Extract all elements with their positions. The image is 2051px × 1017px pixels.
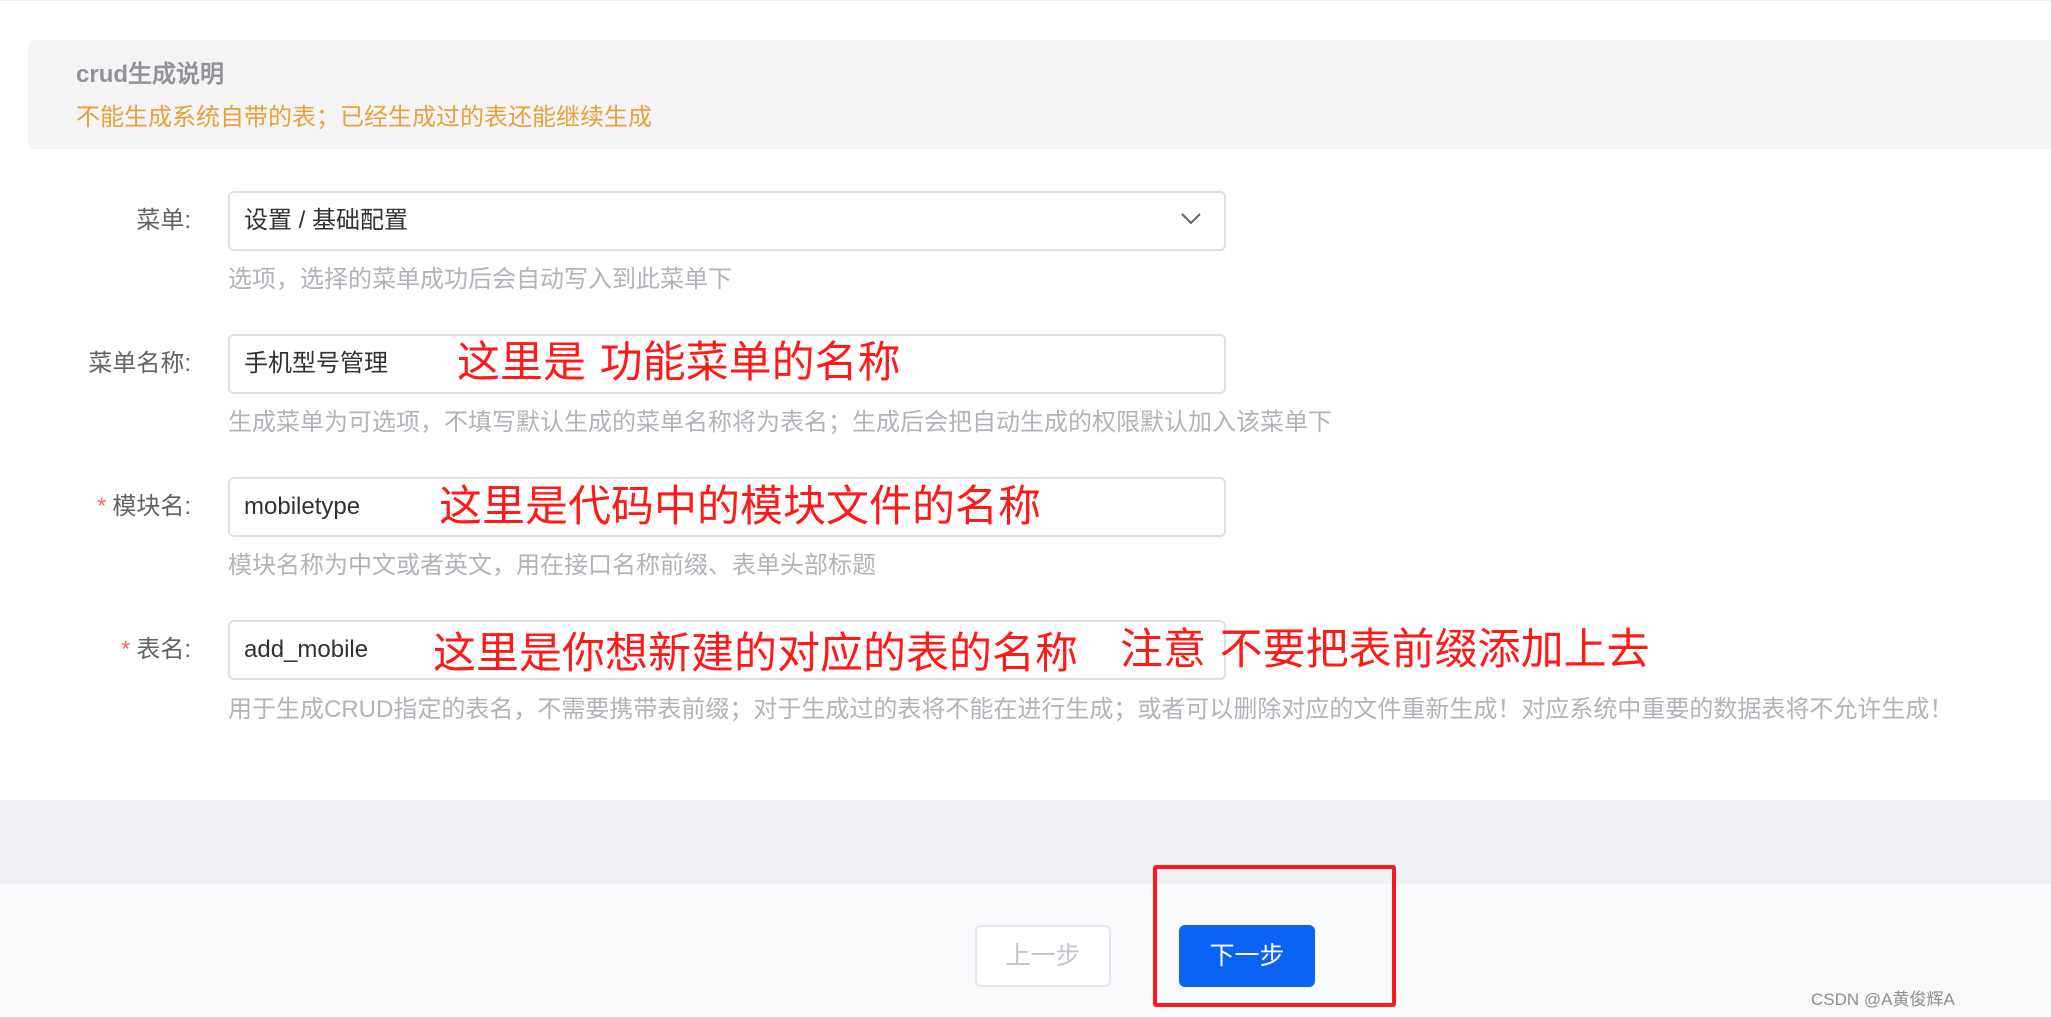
annotation-table-prefix-note: 注意 不要把表前缀添加上去 (1120, 625, 1650, 675)
chevron-down-icon (1181, 213, 1201, 225)
menu-label: 菜单: (136, 207, 191, 234)
prev-step-button[interactable]: 上一步 (975, 925, 1111, 987)
required-mark: * (120, 636, 131, 663)
top-divider (0, 0, 2051, 1)
menu-select[interactable]: 设置 / 基础配置 (228, 191, 1226, 251)
table-name-hint: 用于生成CRUD指定的表名，不需要携带表前缀；对于生成过的表将不能在进行生成；或… (228, 696, 1954, 723)
section-separator (0, 800, 2051, 884)
table-name-label: * 表名: (0, 635, 191, 665)
menu-name-label: 菜单名称: (88, 350, 191, 377)
table-name-value: add_mobile (244, 636, 369, 663)
menu-hint: 选项，选择的菜单成功后会自动写入到此菜单下 (228, 266, 732, 293)
menu-name-hint: 生成菜单为可选项，不填写默认生成的菜单名称将为表名；生成后会把自动生成的权限默认… (228, 409, 1332, 436)
annotation-table-name: 这里是你想新建的对应的表的名称 (433, 629, 1078, 679)
watermark: CSDN @A黄俊辉A (1811, 990, 1955, 1009)
module-name-label: * 模块名: (0, 492, 191, 522)
notice-title: crud生成说明 (76, 61, 225, 88)
menu-name-value: 手机型号管理 (244, 350, 388, 377)
module-name-value: mobiletype (244, 493, 361, 520)
table-name-label-text: 表名: (136, 636, 191, 663)
next-button-highlight (1153, 865, 1396, 1007)
module-name-label-text: 模块名: (112, 493, 191, 520)
annotation-module-name: 这里是代码中的模块文件的名称 (439, 482, 1041, 532)
notice-description: 不能生成系统自带的表；已经生成过的表还能继续生成 (76, 104, 652, 131)
annotation-menu-name: 这里是 功能菜单的名称 (457, 338, 901, 388)
module-name-hint: 模块名称为中文或者英文，用在接口名称前缀、表单头部标题 (228, 552, 876, 579)
menu-select-value: 设置 / 基础配置 (244, 207, 409, 234)
crud-notice: crud生成说明 不能生成系统自带的表；已经生成过的表还能继续生成 (28, 40, 2051, 149)
required-mark: * (96, 493, 107, 520)
